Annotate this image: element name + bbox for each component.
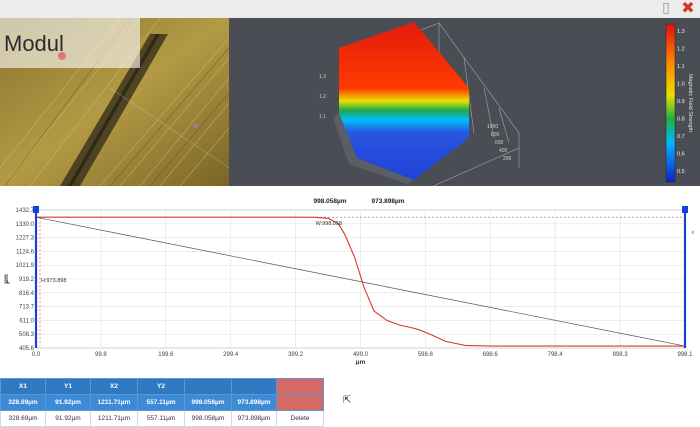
y-tick-label: 508.3 <box>19 332 35 338</box>
svg-text:1000: 1000 <box>487 124 498 130</box>
width-annotation: W:998.058 <box>316 221 343 227</box>
delete-button[interactable]: Delete <box>276 410 324 427</box>
svg-text:1.2: 1.2 <box>319 94 326 100</box>
colorbar-tick-label: 1.1 <box>677 64 685 70</box>
selected-y1[interactable]: 91.92µm <box>45 394 91 411</box>
colorbar-tick-label: 1.0 <box>677 82 685 88</box>
y-tick-label: 1330.0 <box>16 222 35 228</box>
y-tick-label: 816.4 <box>19 291 35 297</box>
title-bar: ▯ ✖ <box>0 0 700 18</box>
svg-text:600: 600 <box>495 140 504 146</box>
3d-surface-plot: 1000 800 600 400 200 1.3 1.2 1.1 Magneti… <box>319 22 693 186</box>
x-axis-label: µm <box>356 359 366 365</box>
selected-x2[interactable]: 1211.71µm <box>90 394 138 411</box>
colorbar-tick-label: 1.2 <box>677 47 685 53</box>
mouse-cursor-icon: ⇱ <box>343 395 352 406</box>
colorbar-tick-label: 0.5 <box>677 169 685 175</box>
x-tick-label: 0.0 <box>32 352 41 358</box>
y-tick-label: 405.6 <box>19 346 35 352</box>
row-height: 973.898µm <box>231 410 277 427</box>
colorbar-tick-label: 0.6 <box>677 152 685 158</box>
y-tick-label: 713.7 <box>19 305 35 311</box>
selected-height[interactable]: 973.898µm <box>231 394 277 411</box>
height-header-label: 973.898µm <box>371 198 404 205</box>
y-tick-label: 611.0 <box>19 318 34 324</box>
selected-action[interactable] <box>276 394 324 411</box>
y-tick-label: 1227.3 <box>16 236 35 242</box>
colorbar <box>665 23 676 183</box>
svg-text:800: 800 <box>491 132 500 138</box>
x-tick-label: 399.2 <box>288 352 304 358</box>
colorbar-tick-label: 1.3 <box>677 29 685 35</box>
x-tick-label: 99.8 <box>95 352 107 358</box>
document-icon[interactable]: ▯ <box>658 0 674 16</box>
close-icon[interactable]: ✖ <box>680 0 696 16</box>
colorbar-tick-label: 0.7 <box>677 134 685 140</box>
x-tick-label: 798.4 <box>548 352 564 358</box>
x-tick-label: 698.6 <box>483 352 499 358</box>
profile-chart-svg: 0.0 99.8 199.6 299.4 399.2 499.0 598.8 698.6 798… <box>3 198 693 366</box>
row-x1: 328.69µm <box>0 410 46 427</box>
col-height[interactable] <box>231 378 277 395</box>
svg-text:1.1: 1.1 <box>319 114 326 120</box>
colorbar-tick-label: 0.9 <box>677 99 685 105</box>
col-width[interactable] <box>184 378 232 395</box>
y-tick-label: 1432.7 <box>16 208 35 214</box>
measurement-table: X1 Y1 X2 Y2 328.69µm 91.92µm 1211.71µm 5… <box>0 378 324 427</box>
x-tick-label: 998.1 <box>677 352 693 358</box>
col-x2[interactable]: X2 <box>90 378 138 395</box>
svg-text:200: 200 <box>503 156 512 162</box>
col-action[interactable] <box>276 378 324 395</box>
x-tick-label: 598.8 <box>418 352 434 358</box>
row-y1: 91.92µm <box>45 410 91 427</box>
selected-y2[interactable]: 557.11µm <box>137 394 185 411</box>
colorbar-title: Magnetic Field Strength <box>687 74 693 132</box>
y-tick-label: 1021.9 <box>16 263 35 269</box>
width-header-label: 998.058µm <box>313 198 346 205</box>
3d-surface-view[interactable]: 1000 800 600 400 200 1.3 1.2 1.1 Magneti… <box>229 18 700 186</box>
table-row[interactable]: 328.69µm 91.92µm 1211.71µm 557.11µm 998.… <box>0 410 324 427</box>
row-width: 998.058µm <box>184 410 232 427</box>
col-y2[interactable]: Y2 <box>137 378 185 395</box>
x-tick-label: 499.0 <box>353 352 369 358</box>
height-annotation: H:973.898 <box>41 278 66 284</box>
x-tick-label: 299.4 <box>223 352 239 358</box>
colorbar-tick-label: 0.8 <box>677 117 685 123</box>
collapse-arrow-icon[interactable]: ‹ <box>691 228 695 238</box>
app-title: Modul <box>4 31 64 56</box>
row-x2: 1211.71µm <box>90 410 138 427</box>
profile-chart[interactable]: 0.0 99.8 199.6 299.4 399.2 499.0 598.8 698.6 798… <box>0 193 700 366</box>
microscope-image: Modul <box>0 18 229 186</box>
selected-width[interactable]: 998.058µm <box>184 394 232 411</box>
right-cursor-handle <box>682 206 688 213</box>
col-x1[interactable]: X1 <box>0 378 46 395</box>
svg-text:400: 400 <box>499 148 508 154</box>
selected-x1[interactable]: 328.69µm <box>0 394 46 411</box>
x-tick-label: 898.3 <box>613 352 629 358</box>
col-y1[interactable]: Y1 <box>45 378 91 395</box>
y-axis-label: µm <box>3 274 10 284</box>
x-tick-label: 199.6 <box>158 352 174 358</box>
row-y2: 557.11µm <box>137 410 185 427</box>
y-tick-label: 1124.6 <box>16 249 35 255</box>
y-tick-label: 919.2 <box>19 277 35 283</box>
left-cursor-handle <box>33 206 39 213</box>
svg-text:1.3: 1.3 <box>319 74 326 80</box>
